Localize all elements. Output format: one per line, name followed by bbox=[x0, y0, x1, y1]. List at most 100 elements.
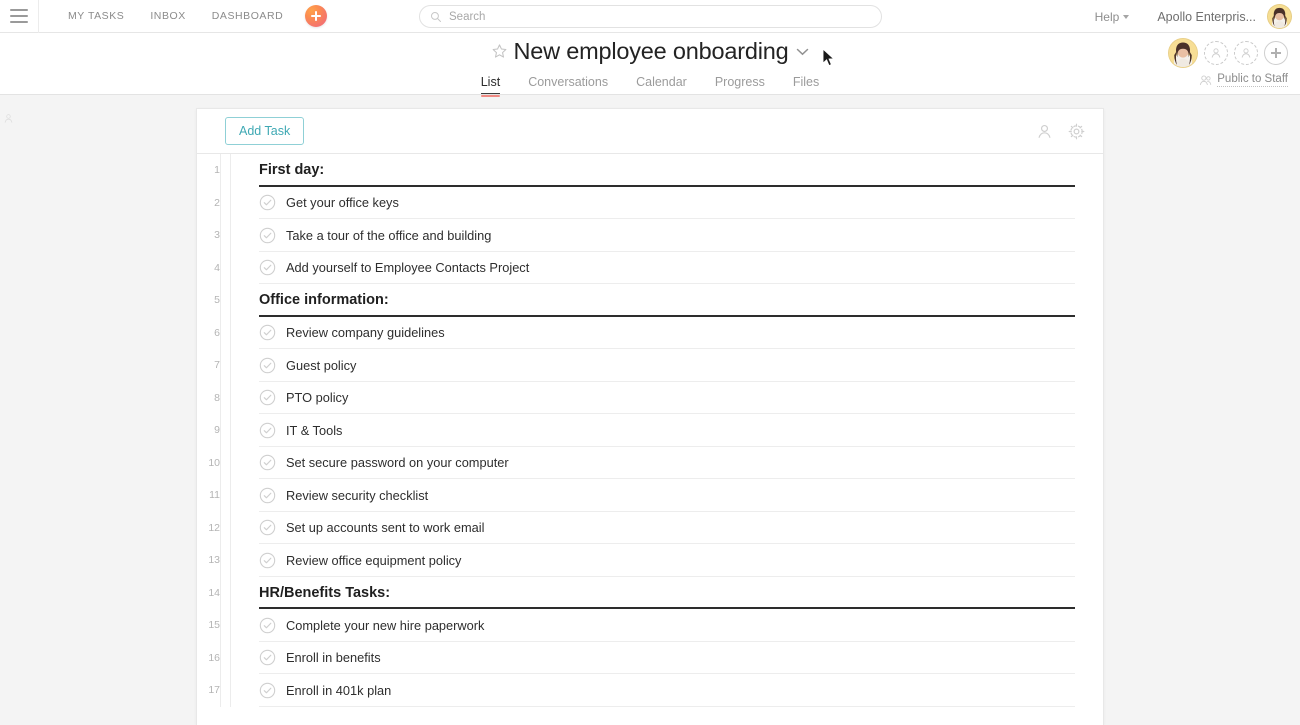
tab-conversations[interactable]: Conversations bbox=[528, 75, 608, 94]
tab-files[interactable]: Files bbox=[793, 75, 819, 94]
search-input[interactable] bbox=[449, 6, 871, 27]
row-content[interactable]: Get your office keys bbox=[231, 187, 1103, 220]
project-members bbox=[1168, 38, 1288, 68]
add-member-placeholder-1[interactable] bbox=[1204, 41, 1228, 65]
nav-item-dashboard[interactable]: DASHBOARD bbox=[212, 10, 283, 22]
hamburger-menu-icon[interactable] bbox=[10, 9, 28, 23]
project-tabs: List Conversations Calendar Progress Fil… bbox=[0, 75, 1300, 97]
section-row[interactable]: 14 HR/Benefits Tasks: bbox=[197, 576, 1103, 610]
task-complete-checkbox-icon[interactable] bbox=[259, 682, 276, 699]
person-icon bbox=[1241, 48, 1251, 58]
task-complete-checkbox-icon[interactable] bbox=[259, 259, 276, 276]
privacy-setting[interactable]: Public to Staff bbox=[1199, 73, 1288, 87]
row-content[interactable]: Complete your new hire paperwork bbox=[231, 609, 1103, 642]
add-member-placeholder-2[interactable] bbox=[1234, 41, 1258, 65]
tab-progress[interactable]: Progress bbox=[715, 75, 765, 94]
task-row[interactable]: 3 Take a tour of the office and building bbox=[197, 219, 1103, 252]
section-row[interactable]: 1 First day: bbox=[197, 154, 1103, 187]
row-number-gutter bbox=[221, 381, 231, 414]
row-content[interactable]: Add yourself to Employee Contacts Projec… bbox=[231, 252, 1103, 285]
task-complete-checkbox-icon[interactable] bbox=[259, 227, 276, 244]
add-task-button[interactable]: Add Task bbox=[225, 117, 305, 145]
task-complete-checkbox-icon[interactable] bbox=[259, 487, 276, 504]
project-header: New employee onboarding List Conversatio… bbox=[0, 33, 1300, 123]
row-content[interactable]: Guest policy bbox=[231, 349, 1103, 382]
task-row[interactable]: 17 Enroll in 401k plan bbox=[197, 674, 1103, 707]
row-content[interactable]: Set secure password on your computer bbox=[231, 447, 1103, 480]
row-content[interactable]: First day: bbox=[231, 154, 1103, 187]
task-rows: 1 First day: 2 Get your office keys 3 Take a … bbox=[197, 154, 1103, 707]
task-row[interactable]: 15 Complete your new hire paperwork bbox=[197, 609, 1103, 642]
row-number-gutter bbox=[221, 674, 231, 707]
task-complete-checkbox-icon[interactable] bbox=[259, 552, 276, 569]
help-menu[interactable]: Help bbox=[1095, 10, 1130, 24]
person-icon[interactable] bbox=[1036, 123, 1053, 140]
task-complete-checkbox-icon[interactable] bbox=[259, 454, 276, 471]
user-avatar[interactable] bbox=[1267, 4, 1292, 29]
row-number-gutter bbox=[221, 641, 231, 674]
task-complete-checkbox-icon[interactable] bbox=[259, 617, 276, 634]
task-row[interactable]: 13 Review office equipment policy bbox=[197, 544, 1103, 577]
row-content[interactable]: Enroll in benefits bbox=[231, 642, 1103, 675]
row-content[interactable]: Review office equipment policy bbox=[231, 544, 1103, 577]
organization-name[interactable]: Apollo Enterpris... bbox=[1157, 10, 1256, 24]
collapse-sidebar-icon[interactable] bbox=[3, 113, 14, 124]
task-row[interactable]: 11 Review security checklist bbox=[197, 479, 1103, 512]
row-content[interactable]: Enroll in 401k plan bbox=[231, 674, 1103, 707]
row-number: 13 bbox=[197, 544, 221, 577]
task-complete-checkbox-icon[interactable] bbox=[259, 194, 276, 211]
row-content[interactable]: Set up accounts sent to work email bbox=[231, 512, 1103, 545]
section-title: First day: bbox=[259, 162, 325, 179]
task-complete-checkbox-icon[interactable] bbox=[259, 357, 276, 374]
row-content[interactable]: Take a tour of the office and building bbox=[231, 219, 1103, 252]
task-row[interactable]: 8 PTO policy bbox=[197, 381, 1103, 415]
top-navigation-bar: MY TASKS INBOX DASHBOARD Help Apollo Ent… bbox=[0, 0, 1300, 33]
row-content[interactable]: PTO policy bbox=[231, 382, 1103, 415]
task-list-panel: Add Task 1 First day: 2 Get your office key… bbox=[196, 108, 1104, 725]
task-row[interactable]: 10 Set secure password on your computer bbox=[197, 446, 1103, 480]
tab-list[interactable]: List bbox=[480, 75, 501, 97]
row-number: 7 bbox=[197, 349, 221, 382]
row-number: 11 bbox=[197, 479, 221, 512]
task-complete-checkbox-icon[interactable] bbox=[259, 422, 276, 439]
task-row[interactable]: 2 Get your office keys bbox=[197, 186, 1103, 220]
task-row[interactable]: 16 Enroll in benefits bbox=[197, 641, 1103, 675]
task-row[interactable]: 6 Review company guidelines bbox=[197, 316, 1103, 350]
row-number-gutter bbox=[221, 251, 231, 284]
task-complete-checkbox-icon[interactable] bbox=[259, 649, 276, 666]
task-row[interactable]: 12 Set up accounts sent to work email bbox=[197, 511, 1103, 545]
row-content[interactable]: HR/Benefits Tasks: bbox=[231, 577, 1103, 610]
row-content[interactable]: Office information: bbox=[231, 284, 1103, 317]
quick-add-button[interactable] bbox=[305, 5, 328, 27]
row-number: 16 bbox=[197, 641, 221, 674]
task-complete-checkbox-icon[interactable] bbox=[259, 519, 276, 536]
nav-item-my-tasks[interactable]: MY TASKS bbox=[68, 10, 124, 22]
hamburger-bar bbox=[10, 9, 28, 11]
row-number: 9 bbox=[197, 414, 221, 447]
task-title: Take a tour of the office and building bbox=[286, 227, 492, 243]
tab-calendar[interactable]: Calendar bbox=[636, 75, 687, 94]
project-menu-chevron-down-icon[interactable] bbox=[796, 48, 809, 56]
row-content[interactable]: Review security checklist bbox=[231, 479, 1103, 512]
nav-item-inbox[interactable]: INBOX bbox=[150, 10, 185, 22]
project-title-row: New employee onboarding bbox=[0, 38, 1300, 65]
page-title[interactable]: New employee onboarding bbox=[514, 38, 789, 65]
task-title: Set secure password on your computer bbox=[286, 455, 509, 471]
task-title: IT & Tools bbox=[286, 422, 343, 438]
section-title: HR/Benefits Tasks: bbox=[259, 584, 391, 601]
gear-icon[interactable] bbox=[1068, 123, 1085, 140]
task-row[interactable]: 4 Add yourself to Employee Contacts Proje… bbox=[197, 251, 1103, 285]
task-row[interactable]: 9 IT & Tools bbox=[197, 414, 1103, 447]
task-title: Get your office keys bbox=[286, 195, 399, 211]
task-complete-checkbox-icon[interactable] bbox=[259, 389, 276, 406]
row-number-gutter bbox=[221, 446, 231, 479]
search-bar[interactable] bbox=[419, 5, 882, 28]
add-member-button[interactable] bbox=[1264, 41, 1288, 65]
row-content[interactable]: IT & Tools bbox=[231, 414, 1103, 447]
row-content[interactable]: Review company guidelines bbox=[231, 317, 1103, 350]
task-complete-checkbox-icon[interactable] bbox=[259, 324, 276, 341]
favorite-star-icon[interactable] bbox=[491, 43, 508, 60]
section-row[interactable]: 5 Office information: bbox=[197, 284, 1103, 317]
task-row[interactable]: 7 Guest policy bbox=[197, 349, 1103, 382]
member-avatar[interactable] bbox=[1168, 38, 1198, 68]
